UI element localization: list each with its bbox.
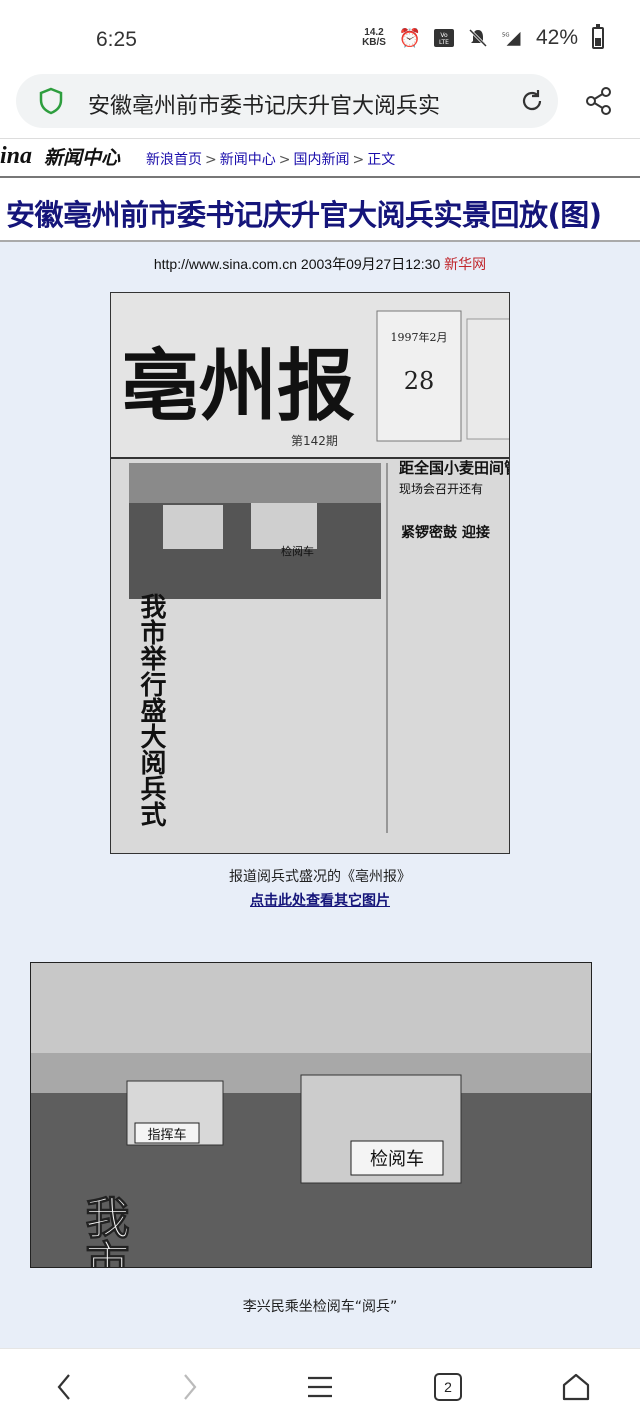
chevron-right-icon: [184, 1374, 197, 1400]
status-icons: 14.2 KB/S ⏰ Vo LTE 5G 42%: [362, 24, 604, 50]
forward-button[interactable]: [170, 1367, 210, 1407]
net-speed-unit: KB/S: [362, 37, 386, 48]
publish-datetime: 2003年09月27日12:30: [300, 256, 441, 272]
shield-icon[interactable]: [38, 87, 64, 115]
alarm-icon: ⏰: [398, 27, 422, 48]
volte-icon: Vo LTE: [433, 28, 454, 48]
svg-text:5G: 5G: [502, 32, 510, 38]
menu-button[interactable]: [300, 1367, 340, 1407]
more-images-link[interactable]: 点击此处查看其它图片: [0, 890, 640, 910]
breadcrumb-domestic-news[interactable]: 国内新闻: [293, 152, 349, 168]
breadcrumb-news-center[interactable]: 新闻中心: [220, 152, 276, 168]
article-content: 安徽亳州前市委书记庆升官大阅兵实景回放(图) http://www.sina.c…: [0, 180, 640, 1348]
back-button[interactable]: [44, 1367, 84, 1407]
home-button[interactable]: [556, 1367, 596, 1407]
photo-caption-2: 李兴民乘坐检阅车“阅兵”: [242, 1299, 398, 1315]
side-headline-2: 紧锣密鼓 迎接: [401, 524, 490, 541]
article-header: 安徽亳州前市委书记庆升官大阅兵实景回放(图): [0, 180, 640, 242]
address-bar[interactable]: 安徽亳州前市委书记庆升官大阅兵实: [16, 74, 558, 128]
breadcrumb-home[interactable]: 新浪首页: [146, 152, 202, 168]
sub-headline: 现场会召开还有: [399, 482, 483, 496]
mute-bell-icon: [468, 28, 488, 48]
photo-caption-1: 报道阅兵式盛况的《亳州报》: [229, 869, 411, 885]
vehicle-sign-review: 检阅车: [281, 544, 314, 558]
section-name: 新闻中心: [44, 147, 121, 169]
share-icon[interactable]: [584, 86, 614, 116]
breadcrumb-current[interactable]: 正文: [367, 152, 395, 168]
svg-text:Vo: Vo: [440, 32, 448, 39]
source-name: 新华网: [444, 256, 487, 272]
article-title: 安徽亳州前市委书记庆升官大阅兵实景回放(图): [6, 198, 602, 232]
command-car-sign: 指挥车: [147, 1127, 186, 1143]
signal-5g-icon: 5G: [502, 28, 522, 48]
newspaper-name: 亳州报: [121, 341, 355, 432]
battery-percent: 42%: [535, 26, 578, 49]
source-url: http://www.sina.com.cn: [153, 256, 298, 272]
svg-text:LTE: LTE: [439, 39, 449, 46]
chevron-left-icon: [57, 1374, 70, 1400]
status-bar: 6:25 14.2 KB/S ⏰ Vo LTE 5G 42%: [0, 0, 640, 80]
net-speed: 14.2 KB/S: [362, 28, 386, 48]
reload-icon[interactable]: [518, 87, 546, 115]
breadcrumb: 新浪首页 > 新闻中心 > 国内新闻 > 正文: [146, 152, 396, 168]
site-header: ina 新闻中心 新浪首页 > 新闻中心 > 国内新闻 > 正文: [0, 138, 640, 178]
battery-icon: [592, 24, 604, 49]
vertical-headline: 我市举行盛大阅兵式: [136, 593, 167, 827]
home-icon: [562, 1373, 590, 1401]
issue-date: 1997年2月: [391, 330, 448, 344]
article-meta: http://www.sina.com.cn 2003年09月27日12:30 …: [0, 254, 640, 274]
menu-icon: [308, 1376, 332, 1398]
side-headline-1: 距全国小麦田间管: [399, 459, 510, 477]
issue-number: 第142期: [291, 434, 338, 448]
url-text[interactable]: 安徽亳州前市委书记庆升官大阅兵实: [88, 88, 498, 120]
review-car-sign: 检阅车: [370, 1149, 424, 1170]
overlay-text: 我市: [78, 1195, 130, 1268]
tab-count: 2: [434, 1373, 462, 1401]
parade-photo[interactable]: 指挥车 检阅车 我市: [30, 962, 592, 1268]
status-time: 6:25: [96, 28, 137, 51]
newspaper-photo[interactable]: 亳州报 1997年2月 28 第142期 检阅车 距全国小麦田间管 现场会召开还…: [110, 292, 510, 854]
issue-day: 28: [404, 367, 435, 395]
bottom-navigation: 2: [0, 1348, 640, 1422]
sina-logo[interactable]: ina: [0, 143, 32, 170]
tabs-button[interactable]: 2: [428, 1367, 468, 1407]
